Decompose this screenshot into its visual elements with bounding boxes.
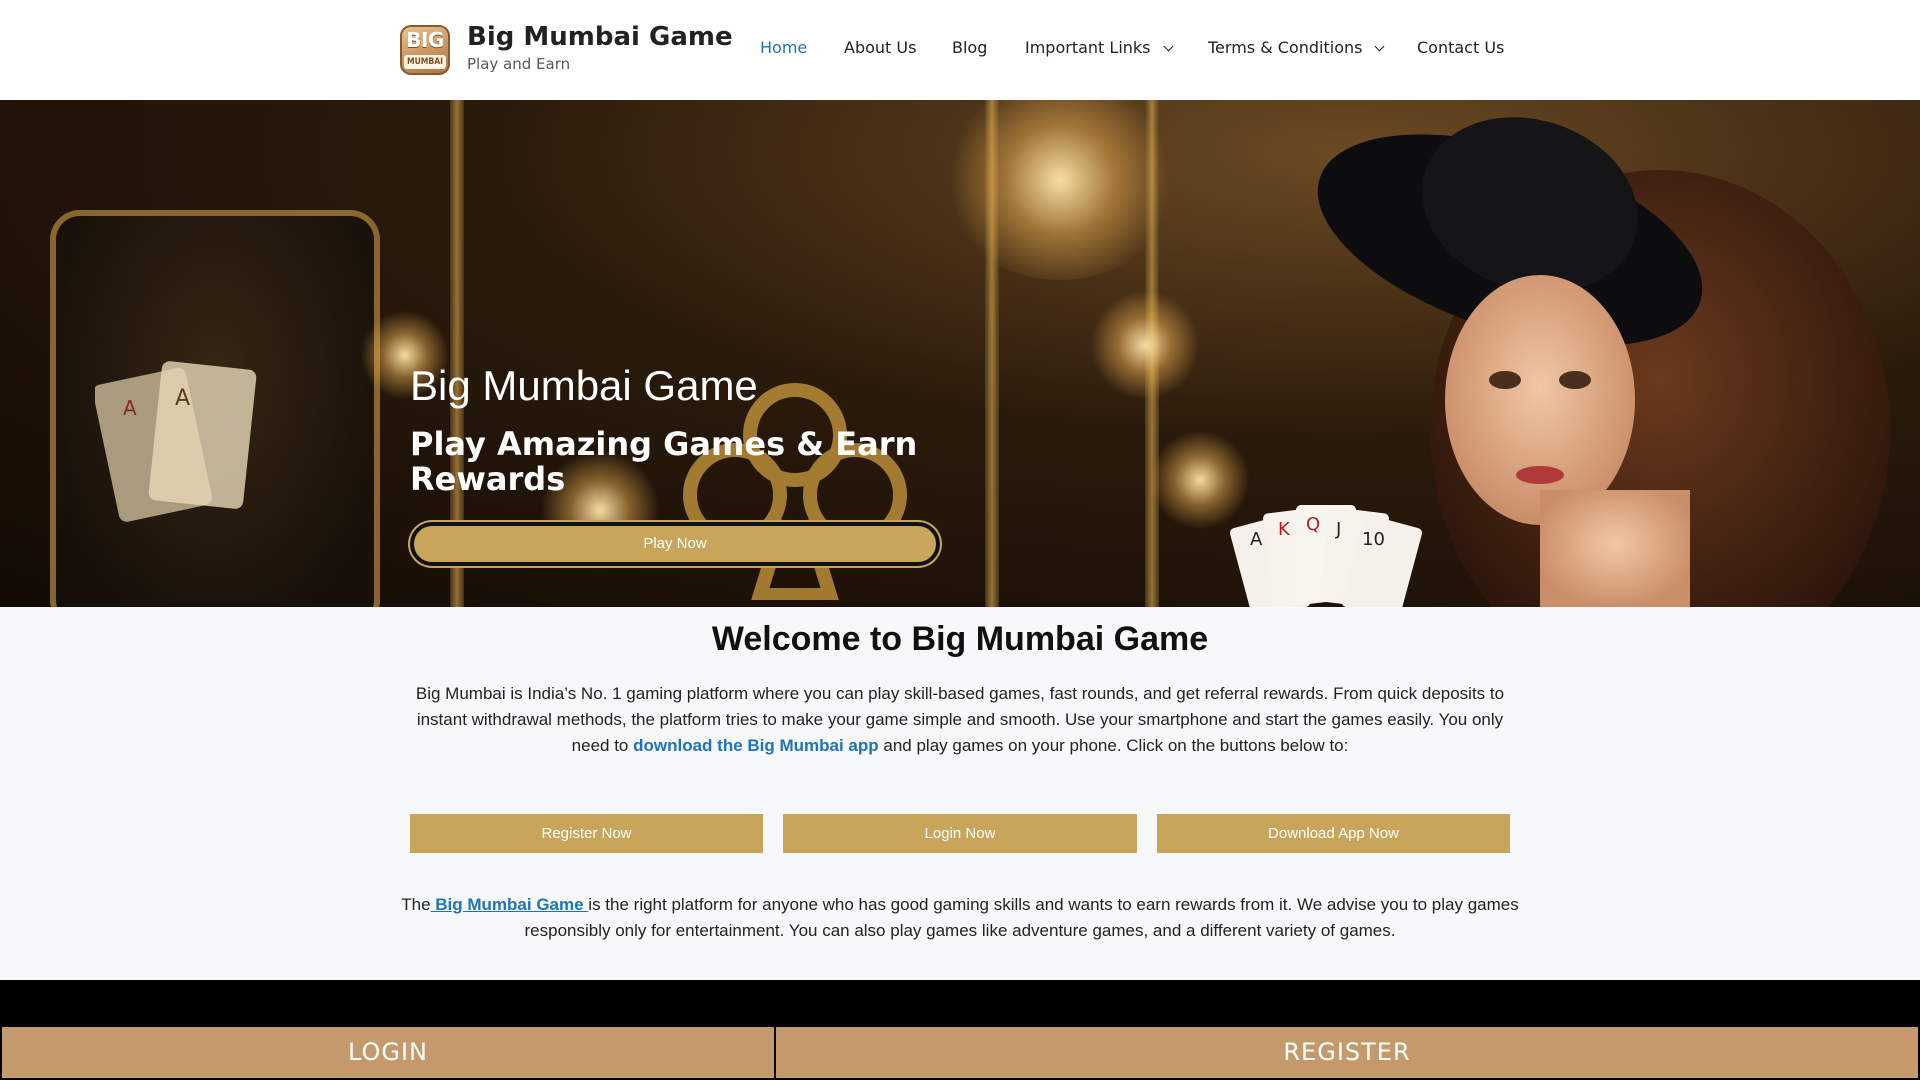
svg-text:K: K: [1278, 519, 1291, 540]
nav-terms-label: Terms & Conditions: [1208, 38, 1363, 57]
intro-text-prefix: The: [401, 895, 431, 914]
hero-title: Big Mumbai Game: [410, 362, 758, 409]
hero-subtitle: Play Amazing Games & Earn Rewards: [410, 425, 918, 498]
play-now-button[interactable]: Play Now: [410, 522, 940, 566]
nav-home[interactable]: Home: [760, 38, 807, 62]
nav-terms-conditions[interactable]: Terms & Conditions: [1208, 38, 1385, 62]
svg-text:J: J: [1335, 519, 1341, 540]
svg-text:10: 10: [1362, 529, 1385, 550]
logo-text-top: BIG: [406, 28, 444, 52]
register-now-button[interactable]: Register Now: [410, 814, 763, 853]
big-mumbai-game-link[interactable]: Big Mumbai Game: [431, 895, 589, 914]
wall-light: [1090, 290, 1200, 400]
intro-text-suffix: is the right platform for anyone who has…: [524, 895, 1519, 940]
svg-text:A: A: [175, 386, 190, 411]
nav-important-links-label: Important Links: [1025, 38, 1151, 57]
hero-model-image: A K Q J 10: [1229, 117, 1890, 607]
nav-contact-us[interactable]: Contact Us: [1417, 38, 1504, 62]
playing-cards-image: A A: [95, 361, 257, 522]
login-now-button[interactable]: Login Now: [783, 814, 1137, 853]
nav-blog[interactable]: Blog: [952, 38, 987, 62]
svg-text:A: A: [1250, 529, 1263, 550]
nav-about-us[interactable]: About Us: [844, 38, 916, 62]
welcome-heading: Welcome to Big Mumbai Game: [711, 620, 1209, 658]
chevron-down-icon: [1375, 41, 1385, 52]
download-app-link[interactable]: download the Big Mumbai app: [633, 736, 879, 755]
intro-paragraph: The Big Mumbai Game is the right platfor…: [395, 892, 1525, 944]
welcome-paragraph: Big Mumbai is India’s No. 1 gaming platf…: [410, 681, 1510, 759]
hero-banner: A A A K Q J 10 Big Mumbai Game Play Amaz…: [0, 100, 1920, 607]
login-bar-button[interactable]: LOGIN: [0, 1025, 776, 1080]
site-header: BIG MUMBAI Big Mumbai Game Play and Earn…: [0, 0, 1920, 100]
chandelier-light: [940, 100, 1180, 280]
svg-text:Q: Q: [1306, 514, 1320, 535]
logo-icon[interactable]: BIG MUMBAI: [400, 25, 450, 75]
nav-important-links[interactable]: Important Links: [1025, 38, 1173, 62]
register-bar-button[interactable]: REGISTER: [774, 1025, 1920, 1080]
site-title[interactable]: Big Mumbai Game: [467, 22, 733, 52]
site-tagline: Play and Earn: [467, 55, 571, 73]
logo-text-bottom: MUMBAI: [404, 55, 446, 69]
download-app-button[interactable]: Download App Now: [1157, 814, 1510, 853]
svg-text:A: A: [123, 396, 137, 420]
chevron-down-icon: [1163, 41, 1173, 52]
welcome-text-part: and play games on your phone. Click on t…: [878, 736, 1349, 755]
